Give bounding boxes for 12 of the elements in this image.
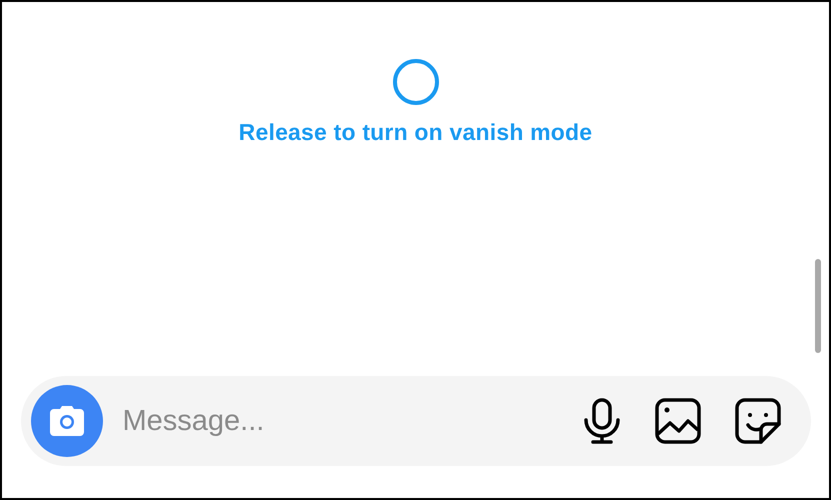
vanish-mode-prompt: Release to turn on vanish mode xyxy=(238,119,592,146)
microphone-icon xyxy=(582,398,620,444)
microphone-button[interactable] xyxy=(582,398,620,444)
gallery-button[interactable] xyxy=(654,398,700,444)
scrollbar[interactable] xyxy=(815,259,821,353)
sticker-button[interactable] xyxy=(734,398,780,444)
message-field[interactable]: Message... xyxy=(120,404,548,438)
camera-button[interactable] xyxy=(30,385,102,457)
image-icon xyxy=(654,398,700,444)
camera-icon xyxy=(48,405,84,437)
sticker-icon xyxy=(734,398,780,444)
loading-ring-icon xyxy=(390,57,440,107)
